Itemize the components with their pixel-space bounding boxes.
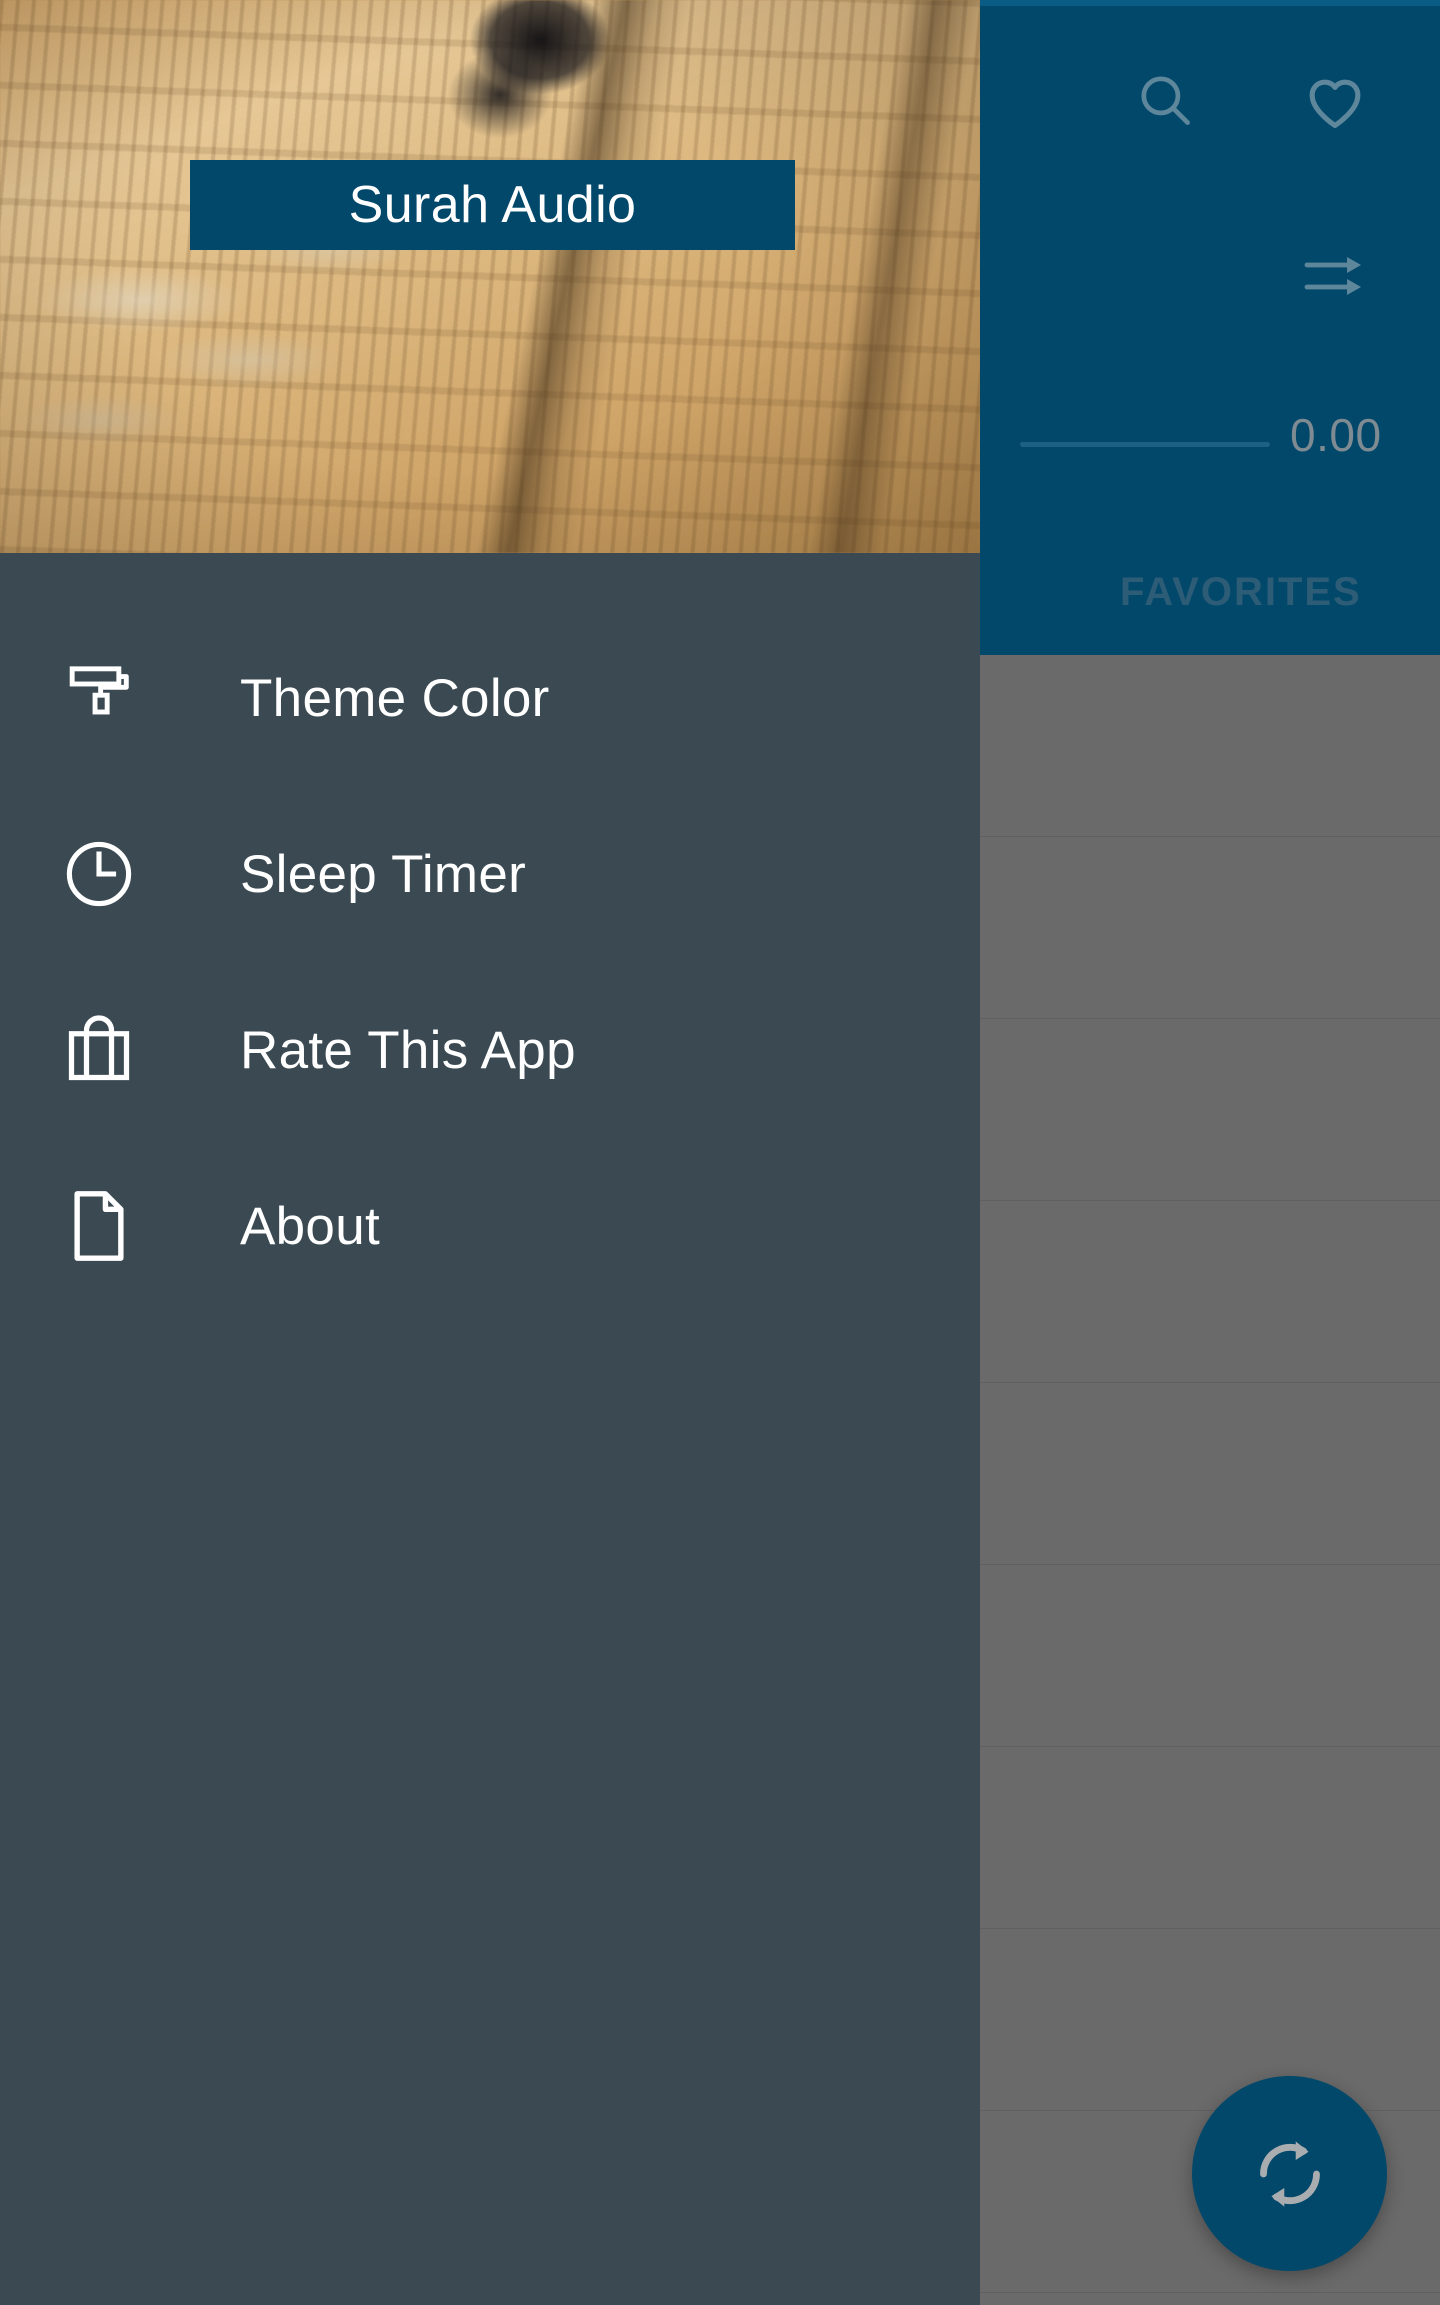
- elapsed-time-label: 0.00: [1290, 409, 1382, 461]
- drawer-title-banner: Surah Audio: [190, 160, 795, 250]
- seek-bar[interactable]: 0.00: [990, 400, 1440, 490]
- drawer-item-label: Theme Color: [240, 668, 550, 728]
- document-icon: [62, 1189, 136, 1263]
- double-arrow-right-icon: [1304, 257, 1361, 295]
- search-button[interactable]: [1110, 45, 1220, 155]
- search-icon: [1141, 76, 1190, 125]
- clock-icon: [62, 837, 136, 911]
- drawer-header-vignette: [0, 0, 980, 553]
- heart-icon: [1309, 79, 1361, 129]
- shopping-bag-icon: [62, 1013, 136, 1087]
- drawer-menu: Theme Color Sleep Timer Rate This App Ab…: [0, 553, 980, 1314]
- drawer-item-sleep-timer[interactable]: Sleep Timer: [0, 786, 980, 962]
- app-screen: 0.00 ST FAVORITES: [0, 0, 1440, 2305]
- refresh-fab-button[interactable]: [1192, 2076, 1387, 2271]
- tab-favorites[interactable]: FAVORITES: [1120, 570, 1362, 615]
- navigation-drawer: Surah Audio Theme Color Sleep Timer Rate…: [0, 0, 980, 2305]
- page-title: Surah Audio: [348, 176, 637, 234]
- drawer-item-about[interactable]: About: [0, 1138, 980, 1314]
- refresh-sync-icon: [1259, 2140, 1320, 2207]
- seek-bar-track[interactable]: [1020, 442, 1270, 447]
- drawer-item-rate-this-app[interactable]: Rate This App: [0, 962, 980, 1138]
- drawer-item-label: Rate This App: [240, 1020, 576, 1080]
- drawer-header: Surah Audio: [0, 0, 980, 553]
- drawer-item-label: About: [240, 1196, 381, 1256]
- drawer-item-label: Sleep Timer: [240, 844, 527, 904]
- repeat-all-button[interactable]: [1280, 225, 1390, 325]
- drawer-item-theme-color[interactable]: Theme Color: [0, 610, 980, 786]
- favorite-button[interactable]: [1280, 45, 1390, 155]
- paint-roller-icon: [62, 661, 136, 735]
